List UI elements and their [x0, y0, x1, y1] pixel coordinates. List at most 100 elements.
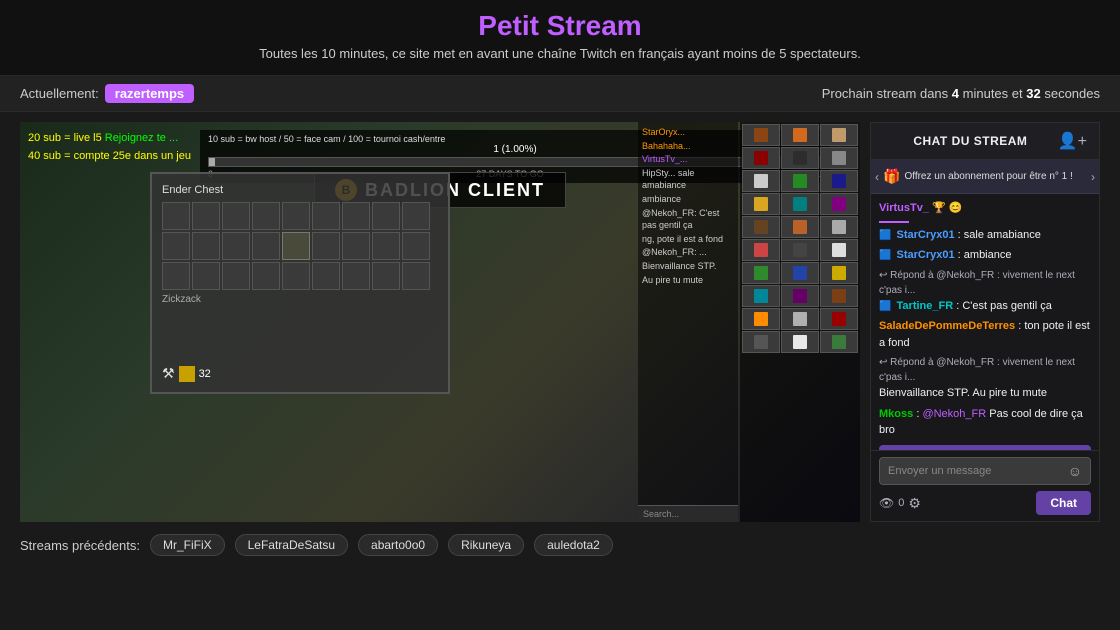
mc-search-bar: Search... [638, 505, 738, 522]
chat-message: Mkoss : @Nekoh_FR Pas cool de dire ça br… [879, 406, 1091, 439]
gift-banner[interactable]: ‹ 🎁 Offrez un abonnement pour être n° 1 … [871, 160, 1099, 194]
mc-slot [402, 262, 430, 290]
stream-tag-4[interactable]: Rikuneya [448, 534, 524, 556]
mc-slot [162, 232, 190, 260]
next-stream-text: Prochain stream dans 4 minutes et 32 sec… [822, 86, 1100, 101]
user-plus-icon[interactable]: 👤+ [1058, 131, 1087, 151]
mc-slot [282, 262, 310, 290]
mc-slot [282, 202, 310, 230]
video-bg: 20 sub = live l5 Rejoignez te ... 40 sub… [20, 122, 860, 522]
item-cell [820, 124, 858, 146]
site-subtitle: Toutes les 10 minutes, ce site met en av… [20, 46, 1100, 61]
stream-tag-2[interactable]: LeFatraDeSatsu [235, 534, 348, 556]
mc-grid [162, 202, 438, 290]
mc-slot [252, 202, 280, 230]
chat-text: : sale amabiance [958, 229, 1041, 241]
mc-slot [372, 202, 400, 230]
stream-tag-5[interactable]: auledota2 [534, 534, 613, 556]
item-cell [820, 308, 858, 330]
mc-slot [162, 262, 190, 290]
chat-message: 🟦 StarCryx01 : sale amabiance [879, 227, 1091, 244]
chat-panel: CHAT DU STREAM 👤+ ‹ 🎁 Offrez un abonneme… [870, 122, 1100, 522]
channel-badge[interactable]: razertemps [105, 84, 194, 103]
currently-label: Actuellement: [20, 86, 99, 101]
item-cell [781, 239, 819, 261]
hud-line1-green: Rejoignez te ... [105, 132, 178, 144]
chat-reply: ↩ Répond à @Nekoh_FR : vivement le next … [879, 268, 1091, 298]
currently-bar: Actuellement: razertemps Prochain stream… [0, 76, 1120, 112]
mc-hotbar: ⚒ 32 [162, 365, 438, 382]
mc-slot [342, 202, 370, 230]
chat-button[interactable]: Chat [1036, 491, 1091, 515]
item-cell [742, 308, 780, 330]
item-cell [781, 216, 819, 238]
mc-slot [192, 202, 220, 230]
item-cell [820, 193, 858, 215]
chat-divider [879, 221, 909, 223]
gift-next-icon[interactable]: › [1091, 170, 1095, 184]
header: Petit Stream Toutes les 10 minutes, ce s… [0, 0, 1120, 76]
mc-slot [372, 232, 400, 260]
mc-slot [402, 202, 430, 230]
item-cell [781, 331, 819, 353]
chat-header: CHAT DU STREAM 👤+ [871, 123, 1099, 160]
gift-icon: 🎁 [883, 168, 900, 185]
chat-header-title: CHAT DU STREAM [883, 134, 1058, 148]
item-cell [820, 147, 858, 169]
chat-reply: ↩ Répond à @Nekoh_FR : vivement le next … [879, 355, 1091, 385]
mc-slot [342, 232, 370, 260]
item-cell [742, 239, 780, 261]
chat-username: Mkoss [879, 408, 913, 420]
mc-slot [222, 262, 250, 290]
chat-username: Tartine_FR [897, 300, 954, 312]
mc-slot [372, 262, 400, 290]
gift-prev-icon[interactable]: ‹ [875, 170, 879, 184]
mc-slot [222, 202, 250, 230]
item-cell [742, 124, 780, 146]
stream-tag-1[interactable]: Mr_FiFiX [150, 534, 225, 556]
video-container[interactable]: 20 sub = live l5 Rejoignez te ... 40 sub… [20, 122, 860, 522]
chat-input-area: ☺ 👁 0 ⚙ Chat [871, 450, 1099, 521]
gear-icon[interactable]: ⚙ [908, 495, 921, 512]
items-panel [740, 122, 860, 522]
site-title: Petit Stream [20, 10, 1100, 42]
stream-tag-3[interactable]: abarto0o0 [358, 534, 438, 556]
progress-bar-fill [209, 158, 215, 166]
mc-slot [282, 232, 310, 260]
mc-slot [192, 232, 220, 260]
item-cell [742, 285, 780, 307]
mc-inventory: Ender Chest [150, 172, 450, 394]
item-cell [742, 331, 780, 353]
chat-message: ↩ Répond à @Nekoh_FR : vivement le next … [879, 268, 1091, 315]
item-cell [781, 170, 819, 192]
views-count: 0 [898, 497, 904, 509]
mc-slot [402, 232, 430, 260]
hud-top-left: 20 sub = live l5 Rejoignez te ... 40 sub… [28, 130, 191, 165]
chat-text: : ambiance [958, 249, 1012, 261]
views-icon: 👁 [879, 496, 894, 510]
chat-message: SaladeDePommeDeTerres : ton pote il est … [879, 318, 1091, 351]
chat-text: 😊 [949, 202, 963, 214]
emoji-icon[interactable]: ☺ [1068, 463, 1082, 479]
chat-username: StarCryx01 [897, 229, 955, 241]
chat-message: ↩ Répond à @Nekoh_FR : vivement le next … [879, 355, 1091, 402]
item-cell [742, 216, 780, 238]
chat-username: VirtusTv_ 🏆 [879, 202, 946, 214]
mc-slot [222, 232, 250, 260]
chat-input-wrapper: ☺ [879, 457, 1091, 485]
chat-username: SaladeDePommeDeTerres [879, 320, 1015, 332]
chat-username: StarCryx01 [897, 249, 955, 261]
mc-slot [252, 232, 280, 260]
item-cell [781, 308, 819, 330]
chat-input[interactable] [888, 465, 1068, 477]
streams-bar: Streams précédents: Mr_FiFiX LeFatraDeSa… [0, 522, 1120, 568]
chat-text: Bienvaillance STP. Au pire tu mute [879, 387, 1047, 399]
chat-bottom-bar: 👁 0 ⚙ Chat [879, 491, 1091, 515]
item-cell [781, 147, 819, 169]
chat-text: : C'est pas gentil ça [956, 300, 1052, 312]
item-cell [781, 193, 819, 215]
item-cell [781, 124, 819, 146]
hud-line1-yellow: 20 sub = live l5 [28, 132, 102, 144]
item-cell [781, 285, 819, 307]
mc-slot [312, 262, 340, 290]
